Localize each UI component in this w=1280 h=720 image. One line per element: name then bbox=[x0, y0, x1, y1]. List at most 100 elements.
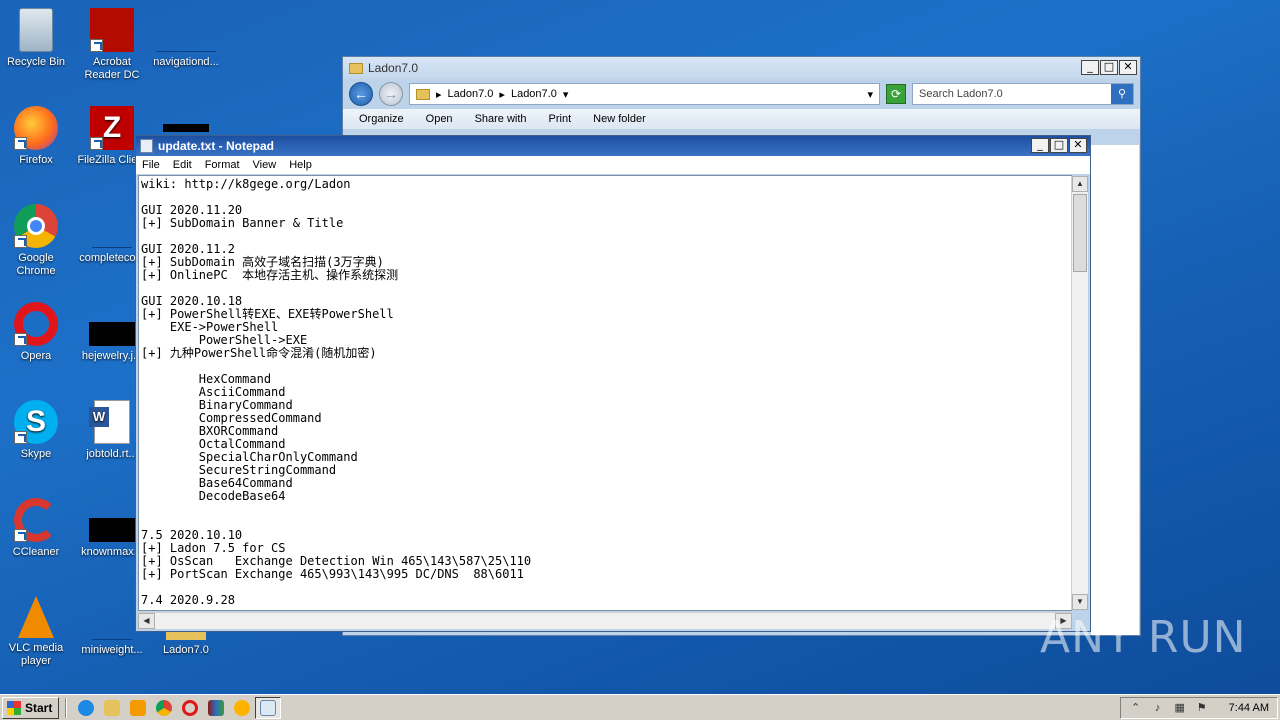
file-icon bbox=[89, 322, 135, 346]
volume-icon[interactable]: ♪ bbox=[1151, 701, 1165, 715]
maximize-button[interactable]: □ bbox=[1100, 60, 1118, 75]
desktop-icon-label: Opera bbox=[20, 350, 52, 362]
open-button[interactable]: Open bbox=[426, 113, 453, 125]
file-icon bbox=[163, 124, 209, 132]
system-tray: ⌃ ♪ ▦ ⚑ 7:44 AM bbox=[1119, 697, 1278, 719]
folder-icon bbox=[416, 88, 430, 100]
vlc-icon bbox=[18, 596, 54, 638]
start-button[interactable]: Start bbox=[2, 696, 60, 719]
desktop-icon-chrome[interactable]: Google Chrome bbox=[0, 204, 74, 278]
firefox-icon bbox=[14, 106, 58, 150]
horizontal-scrollbar[interactable]: ◀ ▶ bbox=[138, 612, 1072, 629]
desktop-icon-label: navigationd... bbox=[153, 56, 219, 68]
taskbar-opera-icon[interactable] bbox=[177, 697, 203, 719]
desktop-icon-vlc[interactable]: VLC media player bbox=[0, 596, 74, 668]
explorer-titlebar[interactable]: Ladon7.0 bbox=[343, 57, 1140, 79]
desktop-icon-redacted-1[interactable] bbox=[148, 106, 224, 136]
print-button[interactable]: Print bbox=[549, 113, 572, 125]
acrobat-icon bbox=[90, 8, 134, 52]
desktop-icon-recycle-bin[interactable]: Recycle Bin bbox=[0, 8, 74, 69]
forward-button[interactable]: → bbox=[379, 82, 403, 106]
organize-button[interactable]: Organize bbox=[359, 113, 404, 125]
desktop-icon-label: CCleaner bbox=[12, 546, 60, 558]
explorer-command-bar: Organize Open Share with Print New folde… bbox=[343, 109, 1140, 129]
search-placeholder: Search Ladon7.0 bbox=[919, 88, 1003, 100]
breadcrumb-item[interactable]: Ladon7.0 bbox=[448, 88, 494, 100]
desktop-icon-navigation[interactable]: navigationd... bbox=[148, 8, 224, 69]
taskbar-separator bbox=[65, 697, 68, 718]
taskbar: Start ⌃ ♪ ▦ ⚑ 7:44 AM bbox=[0, 694, 1280, 720]
desktop-icon-ccleaner[interactable]: CCleaner bbox=[0, 498, 74, 559]
breadcrumb-item[interactable]: Ladon7.0 bbox=[511, 88, 557, 100]
network-icon[interactable]: ▦ bbox=[1173, 701, 1187, 715]
clock[interactable]: 7:44 AM bbox=[1229, 702, 1269, 714]
menu-help[interactable]: Help bbox=[289, 159, 312, 171]
notepad-window[interactable]: update.txt - Notepad _ □ ✕ File Edit For… bbox=[135, 135, 1091, 632]
folder-icon bbox=[349, 62, 363, 74]
flag-icon[interactable]: ⚑ bbox=[1195, 701, 1209, 715]
desktop-icon-skype[interactable]: S Skype bbox=[0, 400, 74, 461]
explorer-addressbar-row: ← → ▸ Ladon7.0 ▸ Ladon7.0 ▾ ▾ ⟳ Search L… bbox=[343, 79, 1140, 109]
desktop-icon-label: Google Chrome bbox=[16, 252, 56, 277]
notepad-title: update.txt - Notepad bbox=[158, 139, 274, 153]
taskbar-notepad-icon[interactable] bbox=[255, 696, 282, 719]
taskbar-app-icon[interactable] bbox=[229, 697, 255, 719]
explorer-content-pane[interactable] bbox=[1091, 145, 1139, 635]
scroll-left-button[interactable]: ◀ bbox=[138, 613, 155, 629]
menu-view[interactable]: View bbox=[253, 159, 277, 171]
search-icon[interactable]: ⚲ bbox=[1111, 84, 1133, 104]
share-with-button[interactable]: Share with bbox=[475, 113, 527, 125]
desktop-icon-label: miniweight... bbox=[81, 644, 143, 656]
start-label: Start bbox=[25, 700, 53, 715]
opera-icon bbox=[14, 302, 58, 346]
word-document-icon: W bbox=[89, 400, 130, 444]
notepad-content[interactable]: wiki: http://k8gege.org/Ladon GUI 2020.1… bbox=[139, 176, 1071, 609]
taskbar-explorer-icon[interactable] bbox=[99, 697, 125, 719]
address-bar[interactable]: ▸ Ladon7.0 ▸ Ladon7.0 ▾ ▾ bbox=[409, 83, 880, 105]
vertical-scrollbar[interactable]: ▲ ▼ bbox=[1071, 176, 1088, 610]
chevron-down-icon[interactable]: ▾ bbox=[867, 88, 873, 101]
chevron-up-icon[interactable]: ⌃ bbox=[1129, 701, 1143, 715]
skype-icon: S bbox=[14, 400, 58, 444]
minimize-button[interactable]: _ bbox=[1031, 138, 1049, 153]
file-icon bbox=[92, 222, 132, 248]
scroll-up-button[interactable]: ▲ bbox=[1072, 176, 1088, 192]
menu-file[interactable]: File bbox=[142, 159, 160, 171]
taskbar-winrar-icon[interactable] bbox=[203, 697, 229, 719]
breadcrumb-separator: ▸ bbox=[499, 88, 505, 101]
close-button[interactable]: ✕ bbox=[1069, 138, 1087, 153]
notepad-menubar: File Edit Format View Help bbox=[136, 156, 1090, 174]
new-folder-button[interactable]: New folder bbox=[593, 113, 646, 125]
chrome-icon bbox=[14, 204, 58, 248]
explorer-title: Ladon7.0 bbox=[368, 61, 419, 75]
minimize-button[interactable]: _ bbox=[1081, 60, 1099, 75]
watermark: ANY RUN bbox=[1040, 612, 1247, 663]
desktop-icon-firefox[interactable]: Firefox bbox=[0, 106, 74, 167]
file-icon bbox=[156, 26, 216, 52]
recycle-bin-icon bbox=[19, 8, 53, 52]
notepad-titlebar[interactable]: update.txt - Notepad bbox=[136, 136, 1090, 156]
taskbar-ie-icon[interactable] bbox=[73, 697, 99, 719]
desktop-icon-label: Recycle Bin bbox=[6, 56, 66, 68]
desktop-icon-acrobat[interactable]: Acrobat Reader DC bbox=[74, 8, 150, 82]
desktop-icon-label: Skype bbox=[20, 448, 52, 460]
desktop-icon-opera[interactable]: Opera bbox=[0, 302, 74, 363]
ccleaner-icon bbox=[14, 498, 58, 542]
taskbar-chrome-icon[interactable] bbox=[151, 697, 177, 719]
close-button[interactable]: ✕ bbox=[1119, 60, 1137, 75]
menu-edit[interactable]: Edit bbox=[173, 159, 192, 171]
maximize-button[interactable]: □ bbox=[1050, 138, 1068, 153]
menu-format[interactable]: Format bbox=[205, 159, 240, 171]
search-input[interactable]: Search Ladon7.0 ⚲ bbox=[912, 83, 1134, 105]
desktop-icon-label: VLC media player bbox=[8, 642, 64, 667]
scroll-thumb[interactable] bbox=[1073, 194, 1087, 272]
desktop-icon-label: Ladon7.0 bbox=[163, 644, 209, 656]
chevron-down-icon[interactable]: ▾ bbox=[563, 88, 569, 101]
refresh-button[interactable]: ⟳ bbox=[886, 84, 906, 104]
windows-logo-icon bbox=[7, 700, 21, 715]
back-button[interactable]: ← bbox=[349, 82, 373, 106]
taskbar-media-player-icon[interactable] bbox=[125, 697, 151, 719]
notepad-window-controls: _ □ ✕ bbox=[1031, 138, 1087, 153]
scroll-down-button[interactable]: ▼ bbox=[1072, 594, 1088, 610]
notepad-text-area[interactable]: wiki: http://k8gege.org/Ladon GUI 2020.1… bbox=[138, 175, 1072, 611]
